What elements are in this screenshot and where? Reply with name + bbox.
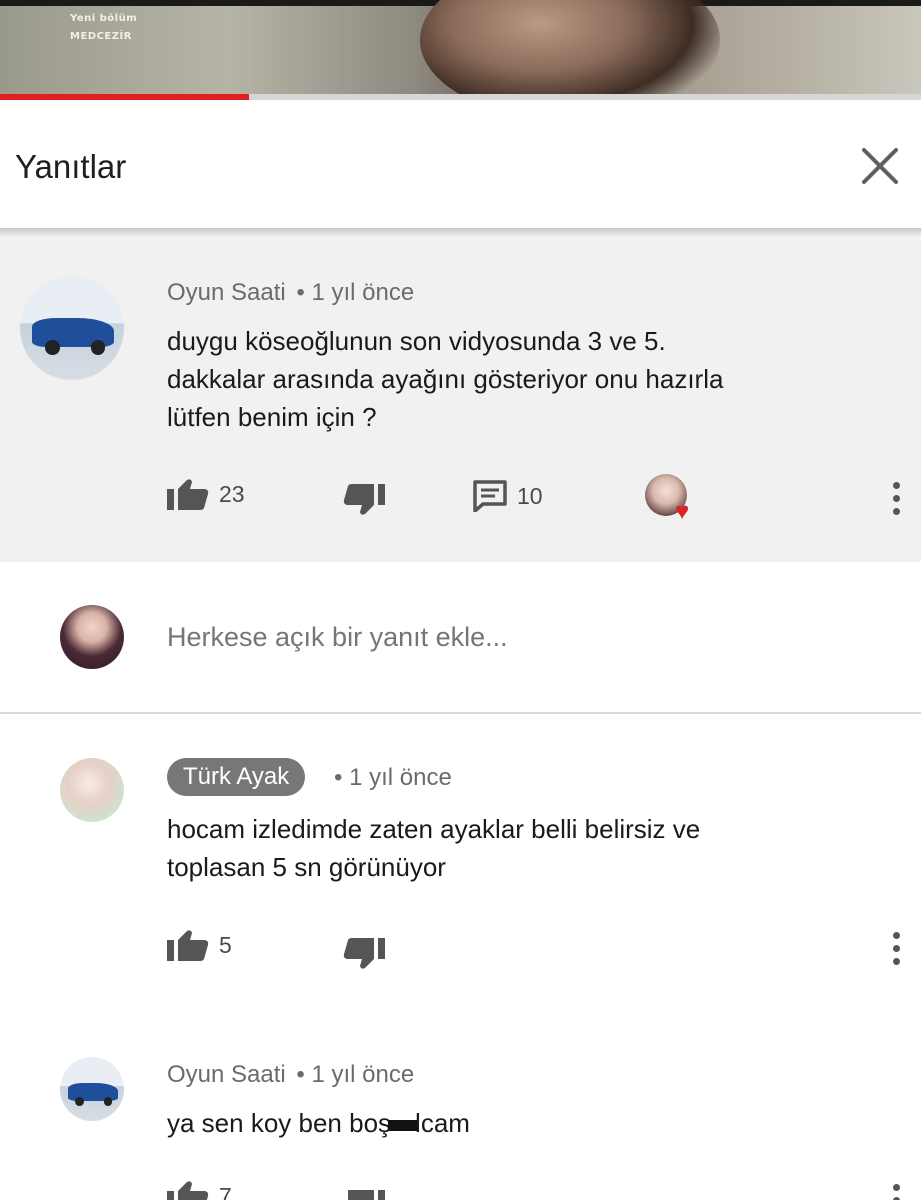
video-overlay-line2: MEDCEZİR (70, 31, 132, 42)
video-player[interactable]: Yeni bölüm MEDCEZİR (0, 0, 921, 100)
more-vert-icon[interactable] (890, 932, 902, 971)
like-count: 7 (219, 1182, 232, 1200)
close-icon[interactable] (858, 144, 902, 188)
creator-heart-icon: ♥ (675, 498, 690, 525)
thumb-up-icon (167, 479, 209, 510)
thumb-up-icon (167, 930, 209, 961)
comment-author[interactable]: Oyun Saati (167, 279, 286, 306)
like-count: 5 (219, 931, 232, 958)
thumb-down-icon[interactable] (343, 938, 385, 970)
comment-time: • 1 yıl önce (296, 279, 415, 306)
video-overlay-line1: Yeni bölüm (70, 13, 138, 24)
comment-text-part: ya sen koy ben boş (167, 1108, 392, 1138)
more-vert-icon[interactable] (890, 1184, 902, 1200)
comment-text-line: toplasan 5 sn görünüyor (167, 852, 446, 882)
reply-count-button[interactable]: 10 (473, 480, 543, 512)
reply-icon (473, 480, 507, 512)
comment-text-line: dakkalar arasında ayağını gösteriyor onu… (167, 364, 724, 394)
header-shadow (0, 228, 921, 236)
car-wheel (75, 1096, 85, 1106)
comment-author[interactable]: Oyun Saati (167, 1061, 286, 1088)
video-frame-person (420, 0, 720, 100)
like-button[interactable]: 5 (167, 929, 232, 961)
thumb-down-icon[interactable] (343, 1190, 385, 1200)
comment-time: • 1 yıl önce (334, 764, 452, 791)
comment-text: ya sen koy ben boş lcam (167, 1104, 470, 1142)
like-button[interactable]: 23 (167, 478, 245, 510)
reply-count: 10 (517, 482, 543, 509)
redaction-bar (388, 1119, 419, 1131)
page-title: Yanıtlar (15, 148, 127, 185)
video-overlay-text: Yeni bölüm MEDCEZİR (70, 10, 137, 46)
comment-text: hocam izledimde zaten ayaklar belli beli… (167, 810, 700, 886)
reply-input[interactable] (167, 622, 767, 653)
more-vert-icon[interactable] (890, 482, 902, 521)
avatar[interactable] (60, 1057, 124, 1121)
avatar[interactable] (60, 758, 124, 822)
thumb-up-icon (167, 1181, 209, 1200)
comment-text-line: hocam izledimde zaten ayaklar belli beli… (167, 814, 701, 844)
comment-time: • 1 yıl önce (296, 1061, 415, 1088)
car-wheel (44, 340, 60, 356)
comment-text: duygu köseoğlunun son vidyosunda 3 ve 5.… (167, 322, 723, 436)
like-count: 23 (219, 480, 245, 507)
comment-text-line: lütfen benim için ? (167, 402, 377, 432)
avatar (60, 605, 124, 669)
creator-heart: ♥ (645, 474, 701, 526)
car-wheel (90, 340, 106, 356)
avatar[interactable] (20, 276, 124, 380)
comment-text-part: lcam (415, 1108, 470, 1138)
car-wheel (103, 1096, 113, 1106)
divider (0, 712, 921, 714)
author-chip[interactable]: Türk Ayak (167, 758, 306, 796)
thumb-down-icon[interactable] (343, 484, 385, 516)
comment-meta: Oyun Saati • 1 yıl önce (167, 279, 414, 307)
comment-text-line: duygu köseoğlunun son vidyosunda 3 ve 5. (167, 326, 666, 356)
comment-meta: Oyun Saati • 1 yıl önce (167, 1061, 414, 1089)
replies-header: Yanıtlar (0, 100, 921, 232)
like-button[interactable]: 7 (167, 1180, 232, 1200)
